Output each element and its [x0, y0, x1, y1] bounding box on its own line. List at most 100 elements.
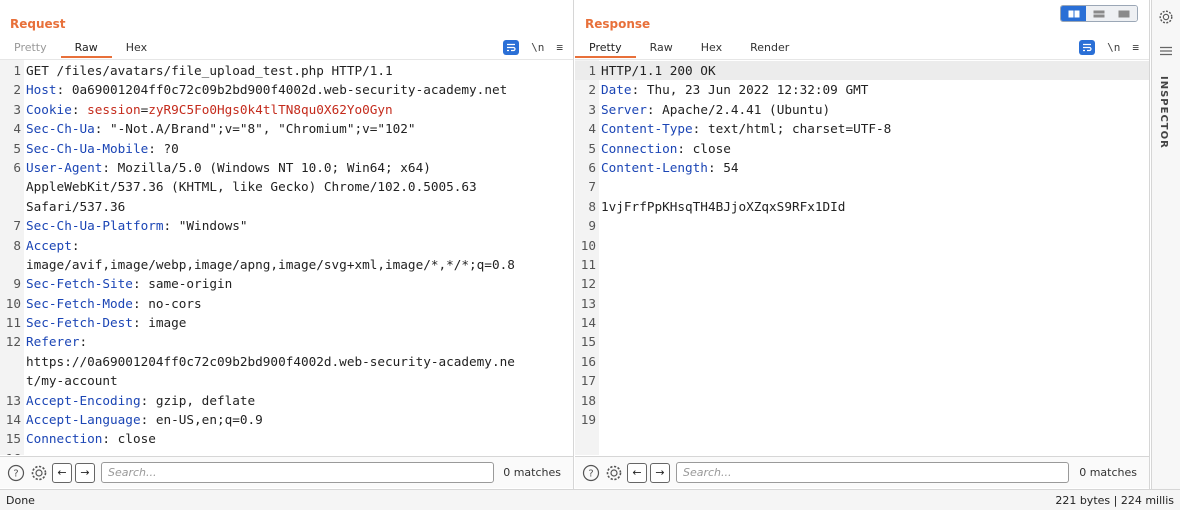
response-tab-hex[interactable]: Hex [687, 38, 736, 58]
line-number: 5 [13, 140, 21, 156]
header-name: Sec-Fetch-Dest [26, 315, 133, 331]
line-number: 16 [0, 449, 24, 455]
line-number: 14 [5, 412, 21, 428]
menu-icon[interactable]: ≡ [1132, 41, 1139, 54]
code-text: : no-cors [132, 295, 202, 311]
request-tab-pretty[interactable]: Pretty [0, 38, 61, 58]
line-number: 8 [13, 237, 21, 253]
code-text: : 0a69001204ff0c72c09b2bd900f4002d.web-s… [56, 82, 508, 98]
help-icon[interactable]: ? [6, 463, 26, 483]
line-code: Accept-Encoding: gzip, deflate [24, 391, 255, 410]
code-text: : gzip, deflate [140, 392, 256, 408]
code-text: : Apache/2.4.41 (Ubuntu) [646, 101, 831, 117]
line-code: t/my-account [24, 371, 118, 390]
line-code: Host: 0a69001204ff0c72c09b2bd900f4002d.w… [24, 80, 507, 99]
request-editor-tools: \n ≡ [503, 38, 563, 56]
request-tab-hex[interactable]: Hex [112, 38, 161, 58]
line-code: Accept-Language: en-US,en;q=0.9 [24, 410, 263, 429]
line-number: 8 [588, 198, 596, 214]
wrap-lines-icon[interactable] [1079, 39, 1096, 55]
editor-line: 10 [575, 236, 1149, 255]
code-text: : text/html; charset=UTF-8 [692, 121, 892, 137]
request-search-input[interactable] [101, 462, 494, 483]
line-number: 1 [588, 63, 596, 78]
svg-text:?: ? [588, 468, 593, 479]
help-icon[interactable]: ? [581, 463, 601, 483]
code-text: t/my-account [26, 373, 118, 389]
response-tabs: Pretty Raw Hex Render [575, 38, 803, 58]
show-newlines-icon[interactable]: \n [1107, 41, 1120, 54]
request-tab-raw[interactable]: Raw [60, 38, 112, 58]
next-match-button[interactable]: → [650, 462, 670, 483]
code-text: : same-origin [132, 276, 233, 292]
menu-lines-icon[interactable] [1160, 46, 1172, 59]
line-number [0, 371, 24, 390]
editor-line: 7 [575, 177, 1149, 196]
settings-gear-icon[interactable] [1158, 9, 1174, 28]
editor-line: 15 [575, 332, 1149, 351]
request-pane: Request Pretty Raw Hex \n ≡ 1 GET /files/… [0, 0, 574, 489]
line-code: https://0a69001204ff0c72c09b2bd900f4002d… [24, 352, 515, 371]
line-number: 13 [5, 392, 21, 408]
cookie-value: session [87, 101, 141, 117]
editor-line: 19 [575, 410, 1149, 429]
response-tab-raw[interactable]: Raw [636, 38, 687, 58]
response-tab-render[interactable]: Render [736, 38, 803, 58]
line-code: AppleWebKit/537.36 (KHTML, like Gecko) C… [24, 177, 477, 196]
menu-icon[interactable]: ≡ [556, 41, 563, 54]
layout-tabs-button[interactable] [1111, 6, 1137, 21]
wrap-lines-icon[interactable] [503, 39, 520, 55]
request-search-bar: ? ← → 0 matches [0, 456, 573, 488]
settings-gear-icon[interactable] [604, 463, 624, 483]
response-match-count: 0 matches [1079, 466, 1137, 479]
line-code: Cookie: session=zyR9C5Fo0Hgs0k4tlTN8qu0X… [24, 100, 393, 119]
status-text: Done [6, 493, 35, 507]
settings-gear-icon[interactable] [29, 463, 49, 483]
layout-side-by-side-button[interactable] [1061, 6, 1087, 21]
next-match-button[interactable]: → [75, 462, 95, 483]
editor-line: Safari/537.36 [0, 197, 573, 216]
response-size-timing: 221 bytes | 224 millis [1055, 493, 1174, 507]
line-number: 6 [588, 159, 596, 175]
line-code: Sec-Fetch-Site: same-origin [24, 274, 232, 293]
inspector-label[interactable]: INSPECTOR [1158, 76, 1169, 149]
request-editor[interactable]: 1 GET /files/avatars/file_upload_test.php… [0, 59, 573, 455]
header-name: Accept-Language [26, 412, 141, 428]
header-name: Sec-Fetch-Site [26, 276, 133, 292]
line-code: User-Agent: Mozilla/5.0 (Windows NT 10.0… [24, 158, 431, 177]
response-title: Response [585, 17, 651, 31]
header-name: Sec-Ch-Ua-Platform [26, 218, 164, 234]
editor-line: 8 Accept: [0, 236, 573, 255]
response-editor[interactable]: 1 HTTP/1.1 200 OK 2 Date: Thu, 23 Jun 2022 … [575, 59, 1149, 455]
previous-match-button[interactable]: ← [627, 462, 647, 483]
editor-line: 4 Sec-Ch-Ua: "-Not.A/Brand";v="8", "Chrom… [0, 119, 573, 138]
response-tab-pretty[interactable]: Pretty [575, 38, 636, 58]
line-number: 11 [5, 315, 21, 331]
line-number: 16 [580, 353, 596, 369]
request-match-count: 0 matches [503, 466, 561, 479]
show-newlines-icon[interactable]: \n [531, 41, 544, 54]
code-text: AppleWebKit/537.36 (KHTML, like Gecko) C… [26, 179, 477, 195]
line-number: 12 [580, 276, 596, 292]
line-code: Connection: close [599, 139, 731, 158]
response-search-input[interactable] [676, 462, 1069, 483]
header-name: Accept [26, 237, 72, 253]
layout-stacked-button[interactable] [1086, 6, 1112, 21]
line-number: 5 [588, 140, 596, 156]
editor-line: 18 [575, 391, 1149, 410]
line-code: Content-Type: text/html; charset=UTF-8 [599, 119, 891, 138]
previous-match-button[interactable]: ← [52, 462, 72, 483]
header-name: Sec-Ch-Ua [26, 121, 95, 137]
editor-line: 12 Referer: [0, 332, 573, 351]
svg-text:?: ? [13, 468, 18, 479]
code-text: : [71, 101, 88, 117]
line-code: Safari/537.36 [24, 197, 125, 216]
line-number: 11 [580, 256, 596, 272]
